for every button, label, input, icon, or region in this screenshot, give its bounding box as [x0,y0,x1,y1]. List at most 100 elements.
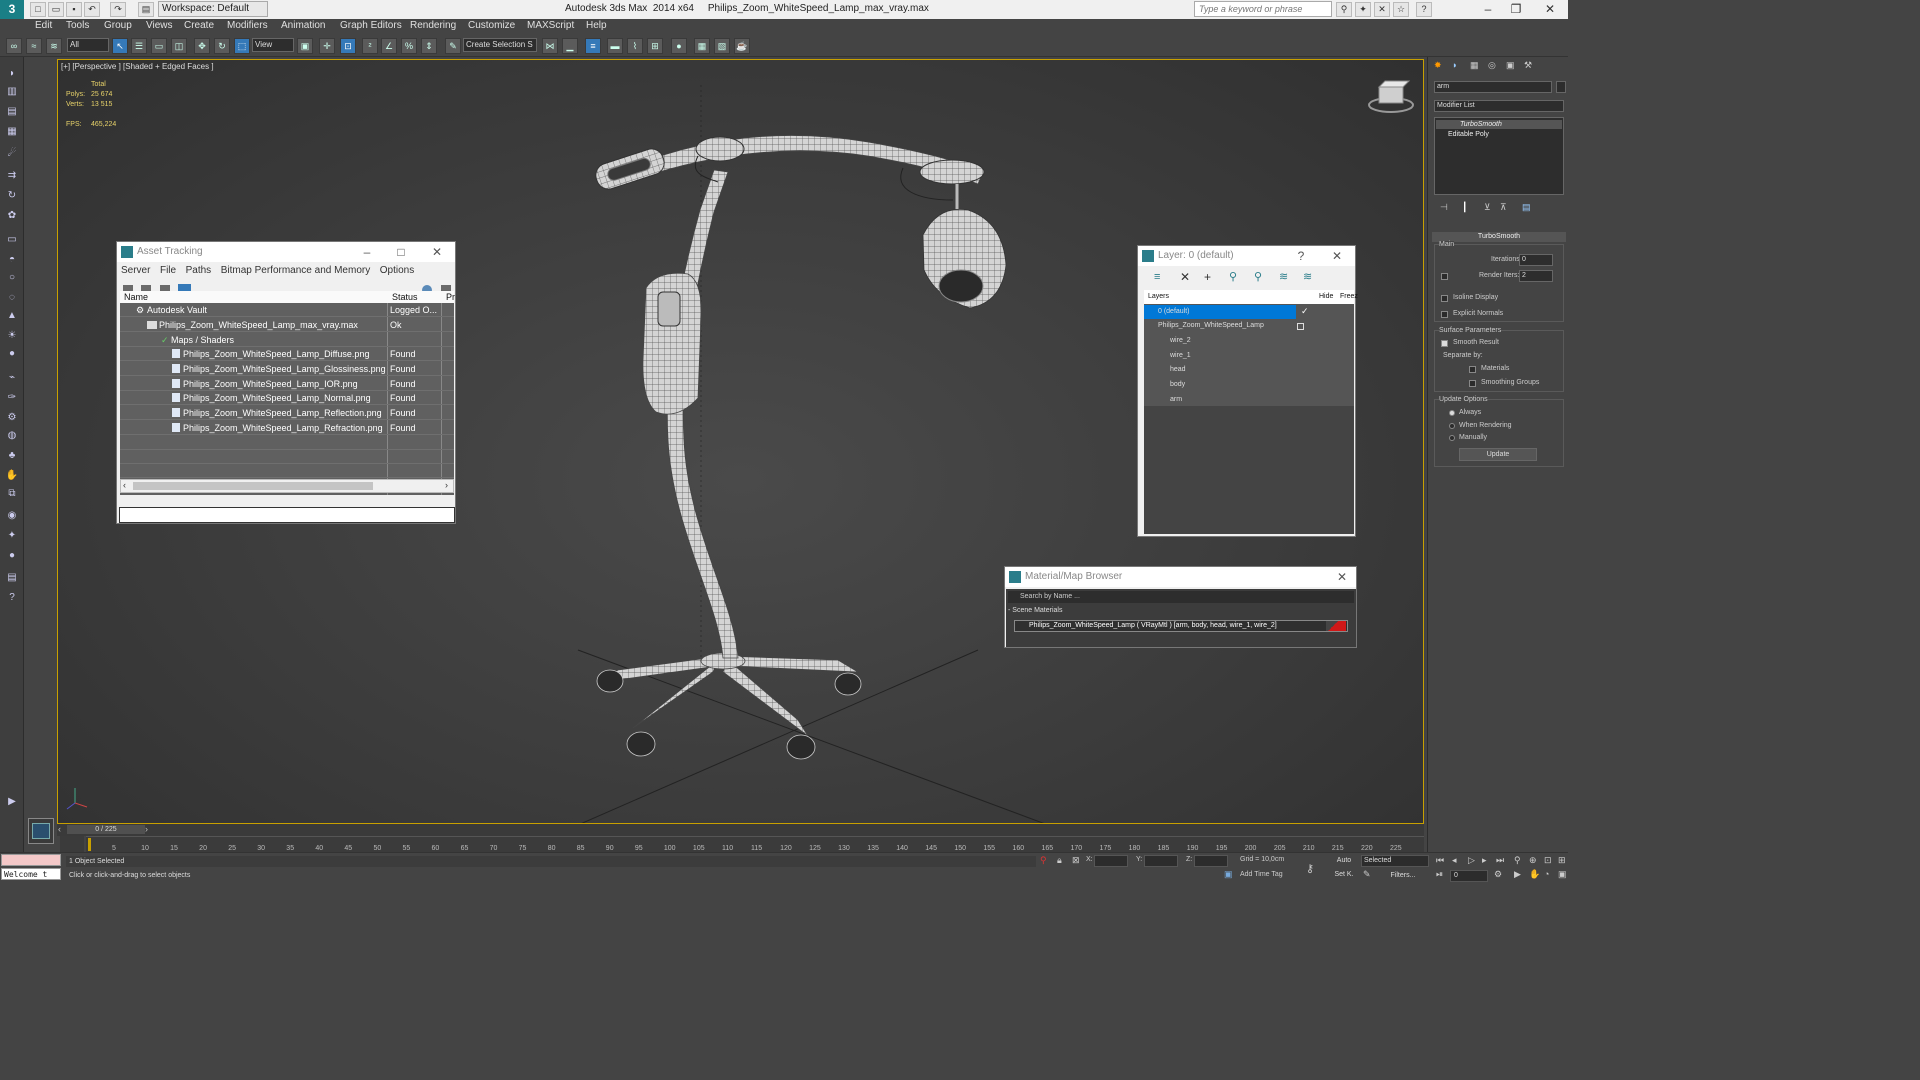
explicit-normals-checkbox[interactable] [1441,311,1448,318]
sphere-blue-icon[interactable]: ● [4,549,20,563]
time-slider-thumb[interactable]: 0 / 225 [67,825,145,834]
play-icon[interactable]: ▶ [4,795,20,809]
column-status[interactable]: Status [392,292,418,302]
paint-tool-icon[interactable]: ✑ [4,391,20,405]
object-row[interactable]: wire_1 [1144,349,1354,363]
modifier-list-dropdown[interactable]: Modifier List [1434,100,1564,112]
table-row[interactable]: ✓ Maps / Shaders [120,333,454,347]
layer-set-current-icon[interactable] [1297,323,1304,330]
maximize-icon[interactable]: ❐ [1502,0,1530,19]
keyword-search-input[interactable]: Type a keyword or phrase [1194,1,1332,17]
asset-menu-options[interactable]: Options [380,265,414,276]
table-row[interactable]: Philips_Zoom_WhiteSpeed_Lamp_IOR.png Fou… [120,377,454,391]
motion-panel-icon[interactable]: ▦ [4,125,20,139]
materials-checkbox[interactable] [1469,366,1476,373]
time-configuration-icon[interactable]: ⚙ [1494,869,1502,880]
window-crossing-icon[interactable]: ◫ [171,38,187,54]
menu-customize[interactable]: Customize [468,20,515,31]
absolute-mode-icon[interactable]: ⊠ [1072,855,1080,866]
always-radio[interactable] [1449,410,1455,416]
add-layer-icon[interactable]: + [1204,270,1211,284]
object-name-field[interactable]: arm [1434,81,1552,93]
set-key-button[interactable]: Set K. [1330,869,1358,881]
highlight-layer-icon[interactable]: ⚲ [1254,270,1262,283]
object-paint-icon[interactable]: ✦ [4,529,20,543]
undo-icon[interactable]: ↶ [84,2,100,17]
schematic-view-icon[interactable]: ⊞ [647,38,663,54]
menu-graph-editors[interactable]: Graph Editors [340,20,402,31]
zoom-extents-all-icon[interactable]: ⊞ [1558,855,1566,866]
pivot-center-icon[interactable]: ▣ [297,38,313,54]
teapot-icon[interactable]: ● [4,347,20,361]
current-frame-field[interactable]: 0 [1450,870,1488,882]
reference-coordinate-dropdown[interactable]: View [252,38,294,52]
maximize-viewport-icon[interactable]: ▣ [1558,869,1567,880]
favorites-star-icon[interactable]: ☆ [1393,2,1409,17]
scale-icon[interactable]: ⬚ [234,38,250,54]
torus-icon[interactable]: ◌ [4,291,20,305]
angle-snap-icon[interactable]: ∠ [381,38,397,54]
menu-create[interactable]: Create [184,20,214,31]
render-iters-checkbox[interactable] [1441,273,1448,280]
box-icon[interactable]: ▭ [4,233,20,247]
stack-editable-poly[interactable]: Editable Poly [1436,130,1562,139]
binoculars-icon[interactable]: ⚲ [1336,2,1352,17]
foliage-icon[interactable]: ♣ [4,449,20,463]
asset-minimize-icon[interactable]: – [357,242,377,262]
close-icon[interactable]: ✕ [1536,0,1564,19]
menu-group[interactable]: Group [104,20,132,31]
table-row[interactable]: Philips_Zoom_WhiteSpeed_Lamp_Refraction.… [120,421,454,435]
maxscript-listener-pink[interactable] [1,854,61,866]
redo-icon[interactable]: ↷ [110,2,126,17]
snaps-toggle-icon[interactable]: ² [362,38,378,54]
menu-help[interactable]: Help [586,20,607,31]
menu-animation[interactable]: Animation [281,20,325,31]
ribbon-tool-icon[interactable]: ⌁ [4,371,20,385]
hide-all-icon[interactable]: ≋ [1279,270,1288,283]
render-iters-spinner[interactable]: 2 [1519,270,1553,282]
key-mode-icon[interactable]: ⏯ [1436,869,1443,880]
globe-icon[interactable]: ◉ [4,509,20,523]
object-row[interactable]: body [1144,378,1354,392]
scene-materials-section[interactable]: - Scene Materials [1008,607,1062,614]
column-extra[interactable]: Pr [446,292,455,302]
configure-sets-icon[interactable]: ▤ [1522,202,1531,213]
cameras-icon[interactable]: ⇉ [4,169,20,183]
lights-icon[interactable]: ☄ [4,147,20,161]
sphere-icon[interactable]: ○ [4,271,20,285]
layer-manager-icon[interactable]: ≡ [585,38,601,54]
auto-key-button[interactable]: Auto [1330,855,1358,867]
manually-radio[interactable] [1449,435,1455,441]
asset-path-field[interactable] [119,507,455,523]
selection-lock-icon[interactable]: 🔒︎ [1057,855,1062,866]
asset-maximize-icon[interactable]: □ [391,242,411,262]
spinner-snap-icon[interactable]: ⇕ [421,38,437,54]
curve-editor-icon[interactable]: ⌇ [627,38,643,54]
hierarchy-tab-icon[interactable]: ▦ [1470,60,1479,71]
tool-icon[interactable]: ⚙ [4,411,20,425]
move-icon[interactable]: ✥ [194,38,210,54]
subscription-icon[interactable]: ✦ [1355,2,1371,17]
object-row[interactable]: wire_2 [1144,334,1354,348]
rotate-icon[interactable]: ↻ [214,38,230,54]
scrollbar-thumb[interactable] [133,482,373,490]
layer-row-default[interactable]: 0 (default) [1144,305,1296,319]
table-row[interactable]: Philips_Zoom_WhiteSpeed_Lamp_Reflection.… [120,406,454,420]
isolate-selection-icon[interactable]: ⚲ [1040,855,1047,866]
select-object-icon[interactable]: ↖ [112,38,128,54]
set-key-icon[interactable]: ⚷ [1306,862,1314,875]
pyramid-icon[interactable]: ▲ [4,309,20,323]
script-icon[interactable]: ▤ [4,571,20,585]
menu-edit[interactable]: Edit [35,20,52,31]
select-by-name-icon[interactable]: ☰ [131,38,147,54]
display-tab-icon[interactable]: ▣ [1506,60,1515,71]
column-layers[interactable]: Layers [1148,290,1169,304]
named-selection-dropdown[interactable]: Create Selection S [463,38,537,52]
zoom-icon[interactable]: ⚲ [1514,855,1521,866]
unlink-icon[interactable]: ≈ [26,38,42,54]
active-layer-check-icon[interactable]: ✓ [1301,306,1309,317]
smooth-result-checkbox[interactable] [1441,340,1448,347]
minimize-icon[interactable]: – [1474,0,1502,19]
z-coordinate-field[interactable] [1194,855,1228,867]
table-row[interactable]: Philips_Zoom_WhiteSpeed_Lamp_Normal.png … [120,391,454,405]
